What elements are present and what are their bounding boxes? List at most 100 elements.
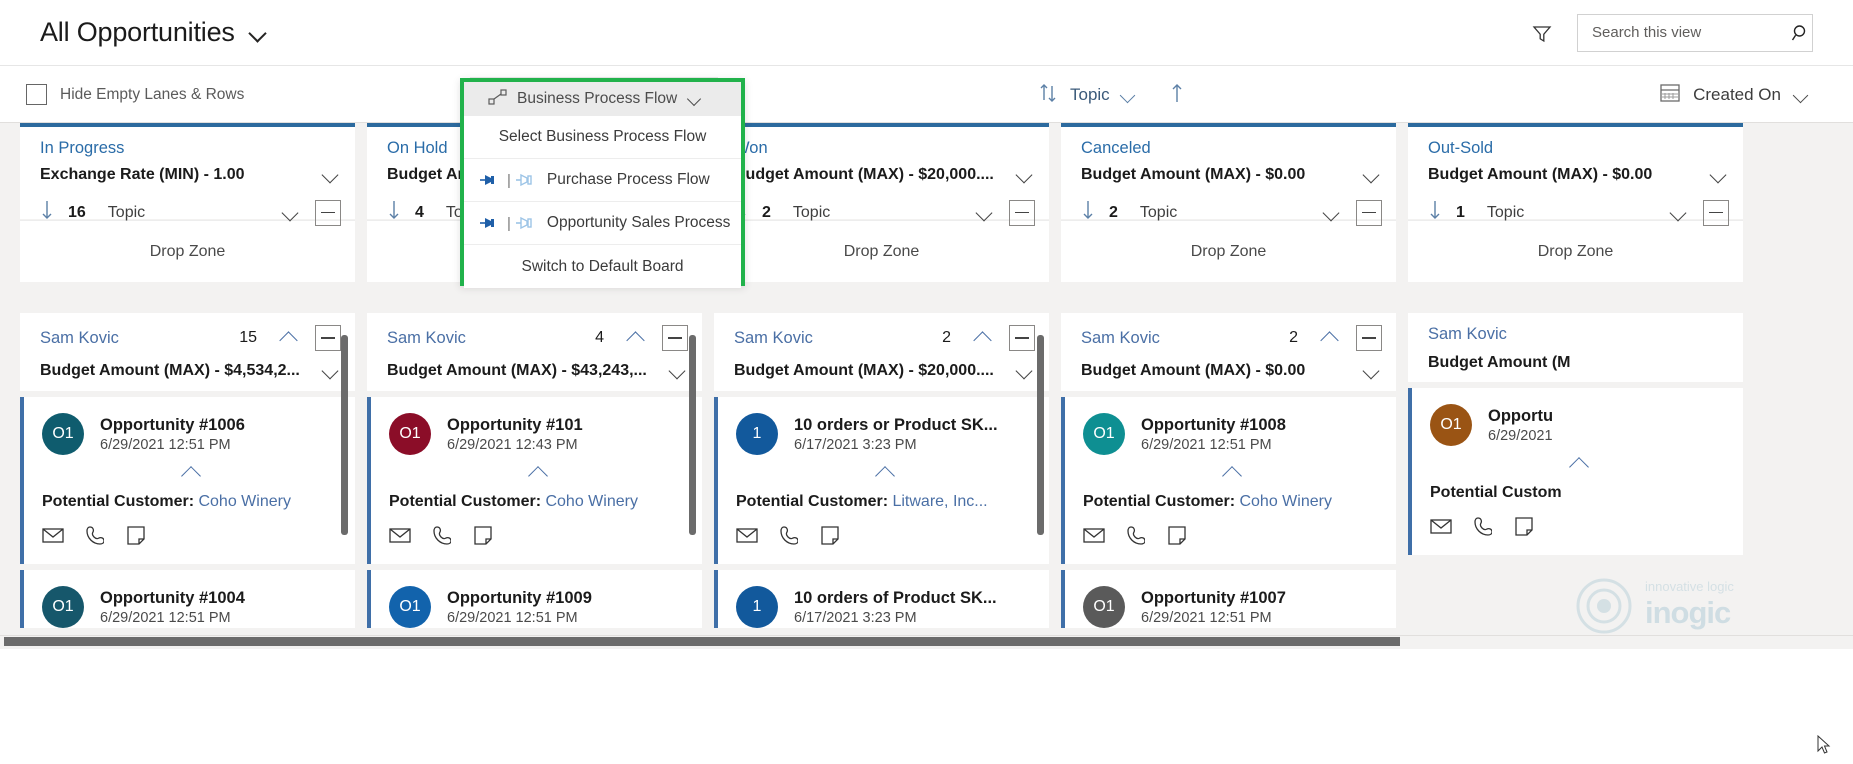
created-on-control[interactable]: Created On: [1659, 67, 1811, 123]
chevron-down-icon[interactable]: [321, 361, 341, 381]
chevron-up-icon[interactable]: [973, 327, 995, 349]
column-scrollbar[interactable]: [689, 335, 696, 535]
search-box[interactable]: [1577, 13, 1813, 52]
checkbox-icon[interactable]: [26, 84, 47, 105]
chevron-down-icon[interactable]: [1120, 86, 1138, 104]
chevron-down-icon[interactable]: [1709, 165, 1729, 185]
chevron-down-icon[interactable]: [687, 91, 703, 107]
card-collapse-button[interactable]: [389, 465, 686, 481]
hide-empty-lanes-checkbox[interactable]: Hide Empty Lanes & Rows: [26, 84, 244, 105]
drop-zone[interactable]: Drop Zone: [714, 220, 1049, 282]
email-icon[interactable]: [1430, 518, 1452, 539]
kanban-card[interactable]: O1 Opportu 6/29/2021 Potential Custom: [1408, 388, 1743, 555]
collapse-lane-button[interactable]: [315, 199, 341, 226]
search-icon[interactable]: [1791, 23, 1811, 43]
swimlane-owner: Sam Kovic: [387, 328, 466, 347]
chevron-up-icon[interactable]: [279, 327, 301, 349]
lane-title: Out-Sold: [1428, 139, 1494, 157]
chevron-down-icon[interactable]: [668, 361, 688, 381]
menu-item-label: Opportunity Sales Process: [546, 214, 731, 231]
filter-icon[interactable]: [1529, 20, 1555, 46]
chevron-down-icon[interactable]: [975, 203, 995, 223]
kanban-card[interactable]: 1 10 orders of Product SK... 6/17/2021 3…: [714, 570, 1049, 628]
email-icon[interactable]: [389, 527, 411, 548]
phone-icon[interactable]: [433, 525, 452, 550]
chevron-down-icon[interactable]: [1015, 361, 1035, 381]
card-collapse-button[interactable]: [1083, 465, 1380, 481]
avatar: O1: [1083, 586, 1125, 628]
email-icon[interactable]: [42, 527, 64, 548]
kanban-card[interactable]: O1 Opportunity #1004 6/29/2021 12:51 PM: [20, 570, 355, 628]
card-field-value[interactable]: Coho Winery: [545, 493, 637, 510]
email-icon[interactable]: [1083, 527, 1105, 548]
chevron-up-icon[interactable]: [626, 327, 648, 349]
menu-item-switch-to-default-board[interactable]: Switch to Default Board: [464, 245, 741, 288]
card-field-label: Potential Customer:: [42, 493, 195, 510]
drop-zone[interactable]: Drop Zone: [1061, 220, 1396, 282]
lane-title: Canceled: [1081, 139, 1151, 157]
chevron-down-icon[interactable]: [1793, 86, 1811, 104]
chevron-down-icon[interactable]: [1669, 203, 1689, 223]
phone-icon[interactable]: [1474, 516, 1493, 541]
chevron-up-icon[interactable]: [1320, 327, 1342, 349]
arrow-up-icon[interactable]: [1168, 81, 1186, 110]
menu-item-label: Purchase Process Flow: [546, 171, 710, 188]
kanban-card[interactable]: 1 10 orders or Product SK... 6/17/2021 3…: [714, 397, 1049, 564]
kanban-card[interactable]: O1 Opportunity #1006 6/29/2021 12:51 PM …: [20, 397, 355, 564]
card-collapse-button[interactable]: [1430, 456, 1727, 472]
note-icon[interactable]: [126, 525, 146, 550]
menu-item-select-bpf[interactable]: Select Business Process Flow: [464, 116, 741, 159]
created-on-label: Created On: [1693, 85, 1781, 104]
kanban-card[interactable]: O1 Opportunity #101 6/29/2021 12:43 PM P…: [367, 397, 702, 564]
sort-control[interactable]: Topic: [1038, 67, 1186, 123]
bpf-menu-header[interactable]: Business Process Flow: [464, 82, 741, 116]
note-icon[interactable]: [473, 525, 493, 550]
note-icon[interactable]: [1514, 516, 1534, 541]
chevron-down-icon[interactable]: [1015, 165, 1035, 185]
drop-zone[interactable]: Drop Zone: [1408, 220, 1743, 282]
swimlane-count: 4: [595, 329, 604, 346]
chevron-down-icon[interactable]: [1362, 361, 1382, 381]
swimlane-header: Sam Kovic 4 Budget Amount (MAX) - $43,24…: [367, 313, 702, 391]
view-selector[interactable]: All Opportunities: [40, 17, 267, 48]
drop-zone[interactable]: Drop Zone: [20, 220, 355, 282]
collapse-swimlane-button[interactable]: [315, 325, 341, 351]
menu-item-purchase-process-flow[interactable]: | Purchase Process Flow: [464, 159, 741, 202]
card-field-value[interactable]: Coho Winery: [198, 493, 290, 510]
note-icon[interactable]: [820, 525, 840, 550]
card-collapse-button[interactable]: [736, 465, 1033, 481]
swimlane-column-on-hold: Sam Kovic 4 Budget Amount (MAX) - $43,24…: [367, 313, 702, 635]
bottom-area: [0, 649, 1853, 764]
column-scrollbar[interactable]: [1037, 335, 1044, 535]
column-scrollbar[interactable]: [341, 335, 348, 535]
email-icon[interactable]: [736, 527, 758, 548]
card-field-value[interactable]: Litware, Inc...: [892, 493, 987, 510]
chevron-down-icon[interactable]: [249, 24, 267, 42]
swimlane-count: 2: [1289, 329, 1298, 346]
kanban-card[interactable]: O1 Opportunity #1008 6/29/2021 12:51 PM …: [1061, 397, 1396, 564]
collapse-lane-button[interactable]: [1703, 199, 1729, 226]
chevron-down-icon[interactable]: [281, 203, 301, 223]
phone-icon[interactable]: [1127, 525, 1146, 550]
chevron-down-icon[interactable]: [1362, 165, 1382, 185]
chevron-down-icon[interactable]: [1322, 203, 1342, 223]
collapse-lane-button[interactable]: [1356, 199, 1382, 226]
collapse-lane-button[interactable]: [1009, 199, 1035, 226]
search-input[interactable]: [1592, 24, 1791, 41]
collapse-swimlane-button[interactable]: [1009, 325, 1035, 351]
swimlane-column-canceled: Sam Kovic 2 Budget Amount (MAX) - $0.00 …: [1061, 313, 1396, 635]
card-collapse-button[interactable]: [42, 465, 339, 481]
phone-icon[interactable]: [780, 525, 799, 550]
lane-title: Won: [734, 139, 768, 157]
kanban-card[interactable]: O1 Opportunity #1007 6/29/2021 12:51 PM: [1061, 570, 1396, 628]
phone-icon[interactable]: [86, 525, 105, 550]
horizontal-scrollbar-thumb[interactable]: [4, 637, 1400, 646]
card-field-value[interactable]: Coho Winery: [1239, 493, 1331, 510]
collapse-swimlane-button[interactable]: [1356, 325, 1382, 351]
kanban-card[interactable]: O1 Opportunity #1009 6/29/2021 12:51 PM: [367, 570, 702, 628]
menu-item-opportunity-sales-process[interactable]: | Opportunity Sales Process: [464, 202, 741, 245]
chevron-down-icon[interactable]: [321, 165, 341, 185]
collapse-swimlane-button[interactable]: [662, 325, 688, 351]
card-field-label: Potential Customer:: [736, 493, 889, 510]
note-icon[interactable]: [1167, 525, 1187, 550]
